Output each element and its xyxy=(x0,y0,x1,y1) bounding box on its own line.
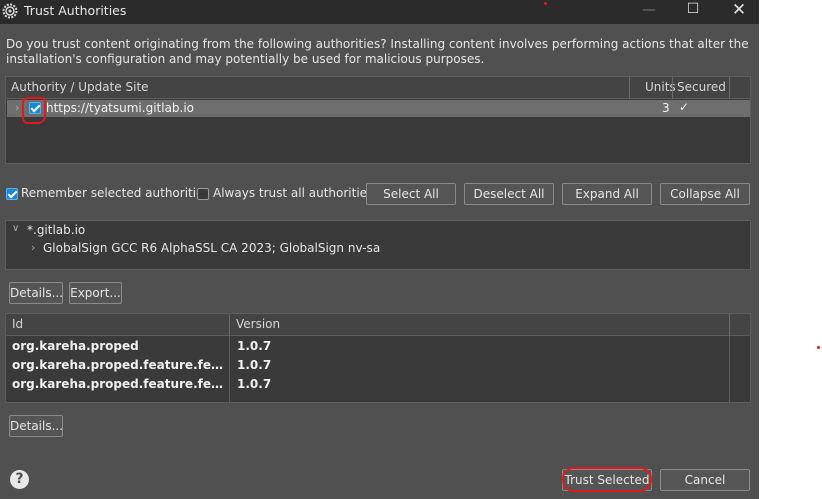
certificate-root[interactable]: *.gitlab.io xyxy=(27,223,85,237)
column-header-secured[interactable]: Secured xyxy=(677,80,726,94)
trust-authorities-dialog: Trust Authorities — ☐ ✕ Do you trust con… xyxy=(0,0,759,499)
certificate-child[interactable]: GlobalSign GCC R6 AlphaSSL CA 2023; Glob… xyxy=(43,241,380,255)
column-divider xyxy=(229,336,230,402)
export-button[interactable]: Export... xyxy=(69,282,122,304)
annotation-dot xyxy=(544,2,547,5)
column-separator[interactable] xyxy=(629,77,630,99)
authorities-table: Authority / Update Site Units Secured › … xyxy=(5,76,751,164)
unit-id: org.kareha.proped xyxy=(12,339,139,353)
column-separator[interactable] xyxy=(672,77,673,99)
title-bar: Trust Authorities — ☐ ✕ xyxy=(0,0,759,24)
close-button[interactable]: ✕ xyxy=(722,0,756,20)
authority-site: https://tyatsumi.gitlab.io xyxy=(46,101,195,115)
trust-description: Do you trust content originating from th… xyxy=(6,37,749,66)
annotation-highlight-checkbox xyxy=(22,97,46,124)
units-table: Id Version org.kareha.proped 1.0.7 org.k… xyxy=(5,313,751,403)
collapse-all-button[interactable]: Collapse All xyxy=(660,183,750,205)
remember-authorities-label[interactable]: Remember selected authorities xyxy=(21,186,210,200)
deselect-all-button[interactable]: Deselect All xyxy=(464,183,554,205)
unit-version: 1.0.7 xyxy=(237,358,272,372)
details-button[interactable]: Details... xyxy=(9,282,63,304)
select-all-button[interactable]: Select All xyxy=(366,183,456,205)
column-header-version[interactable]: Version xyxy=(236,317,280,331)
window-title: Trust Authorities xyxy=(24,3,127,18)
table-row[interactable]: org.kareha.proped.feature.feature.j... 1… xyxy=(7,376,750,394)
unit-id: org.kareha.proped.feature.feature.... xyxy=(12,358,230,372)
unit-version: 1.0.7 xyxy=(237,377,272,391)
chevron-right-icon[interactable]: › xyxy=(31,241,35,254)
maximize-button[interactable]: ☐ xyxy=(676,1,710,21)
chevron-down-icon[interactable]: ∨ xyxy=(12,223,19,234)
column-header-authority[interactable]: Authority / Update Site xyxy=(11,80,149,94)
chevron-right-icon[interactable]: › xyxy=(15,101,19,114)
unit-version: 1.0.7 xyxy=(237,339,272,353)
authority-units: 3 xyxy=(662,101,670,115)
expand-all-button[interactable]: Expand All xyxy=(562,183,652,205)
column-separator[interactable] xyxy=(229,314,230,336)
cancel-button[interactable]: Cancel xyxy=(660,469,750,491)
table-row[interactable]: org.kareha.proped.feature.feature.... 1.… xyxy=(7,357,750,375)
annotation-highlight-trust-button xyxy=(562,467,652,492)
always-trust-label[interactable]: Always trust all authorities xyxy=(213,186,373,200)
authority-row[interactable]: › https://tyatsumi.gitlab.io 3 ✓ xyxy=(7,100,750,117)
authorities-table-header: Authority / Update Site Units Secured xyxy=(6,77,750,99)
annotation-dot xyxy=(817,346,820,349)
table-row[interactable]: org.kareha.proped 1.0.7 xyxy=(7,338,750,356)
always-trust-checkbox[interactable] xyxy=(197,188,209,200)
eclipse-gear-icon xyxy=(2,3,18,19)
column-separator[interactable] xyxy=(729,314,730,336)
units-table-header: Id Version xyxy=(6,314,750,336)
column-divider xyxy=(729,336,730,402)
details-button[interactable]: Details... xyxy=(9,415,63,437)
remember-authorities-checkbox[interactable] xyxy=(6,188,18,200)
unit-id: org.kareha.proped.feature.feature.j... xyxy=(12,377,230,391)
secured-check-icon: ✓ xyxy=(679,100,690,114)
column-header-id[interactable]: Id xyxy=(12,317,23,331)
help-icon[interactable]: ? xyxy=(10,470,29,489)
certificate-tree: ∨ *.gitlab.io › GlobalSign GCC R6 AlphaS… xyxy=(5,220,751,270)
minimize-button[interactable]: — xyxy=(632,2,666,22)
column-separator[interactable] xyxy=(729,77,730,99)
